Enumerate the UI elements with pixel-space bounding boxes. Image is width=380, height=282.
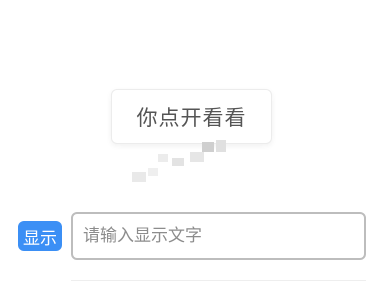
- display-text-input[interactable]: [71, 212, 366, 260]
- pixelated-mosaic: [128, 136, 258, 186]
- divider: [71, 280, 366, 281]
- app-screen: 你点开看看 显示: [0, 0, 380, 282]
- show-button[interactable]: 显示: [18, 221, 62, 251]
